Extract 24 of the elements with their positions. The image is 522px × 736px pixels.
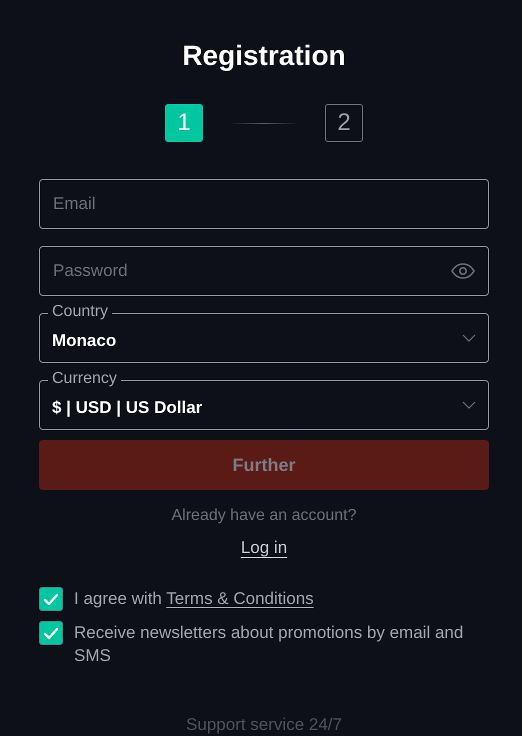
email-field[interactable]: Email	[39, 179, 489, 229]
page-title: Registration	[181, 40, 347, 72]
terms-link[interactable]: Terms & Conditions	[166, 589, 314, 608]
password-field[interactable]: Password	[39, 246, 489, 296]
field-label: Country	[48, 303, 112, 321]
support-text: Support service 24/7	[185, 715, 343, 735]
eye-icon[interactable]	[451, 263, 475, 279]
chevron-down-icon	[462, 334, 476, 342]
select-field[interactable]: Country Monaco	[39, 303, 489, 363]
consent-text: Receive newsletters about promotions by email and SMS	[74, 622, 464, 667]
consent-text: I agree with Terms & Conditions	[74, 588, 314, 610]
field-value: Monaco	[52, 330, 118, 351]
select-field[interactable]: Currency $ | USD | US Dollar	[39, 370, 489, 430]
check-icon	[43, 626, 59, 640]
login-link[interactable]: Log in	[240, 538, 288, 558]
checkbox[interactable]	[39, 587, 63, 611]
field-value: $ | USD | US Dollar	[52, 397, 204, 418]
chevron-down-icon	[462, 401, 476, 409]
step-indicator: 2	[325, 104, 363, 142]
step-indicator: 1	[165, 104, 203, 142]
field-label: Currency	[48, 370, 121, 388]
check-icon	[43, 592, 59, 606]
login-prompt: Already have an account?	[170, 507, 358, 525]
checkbox[interactable]	[39, 621, 63, 645]
